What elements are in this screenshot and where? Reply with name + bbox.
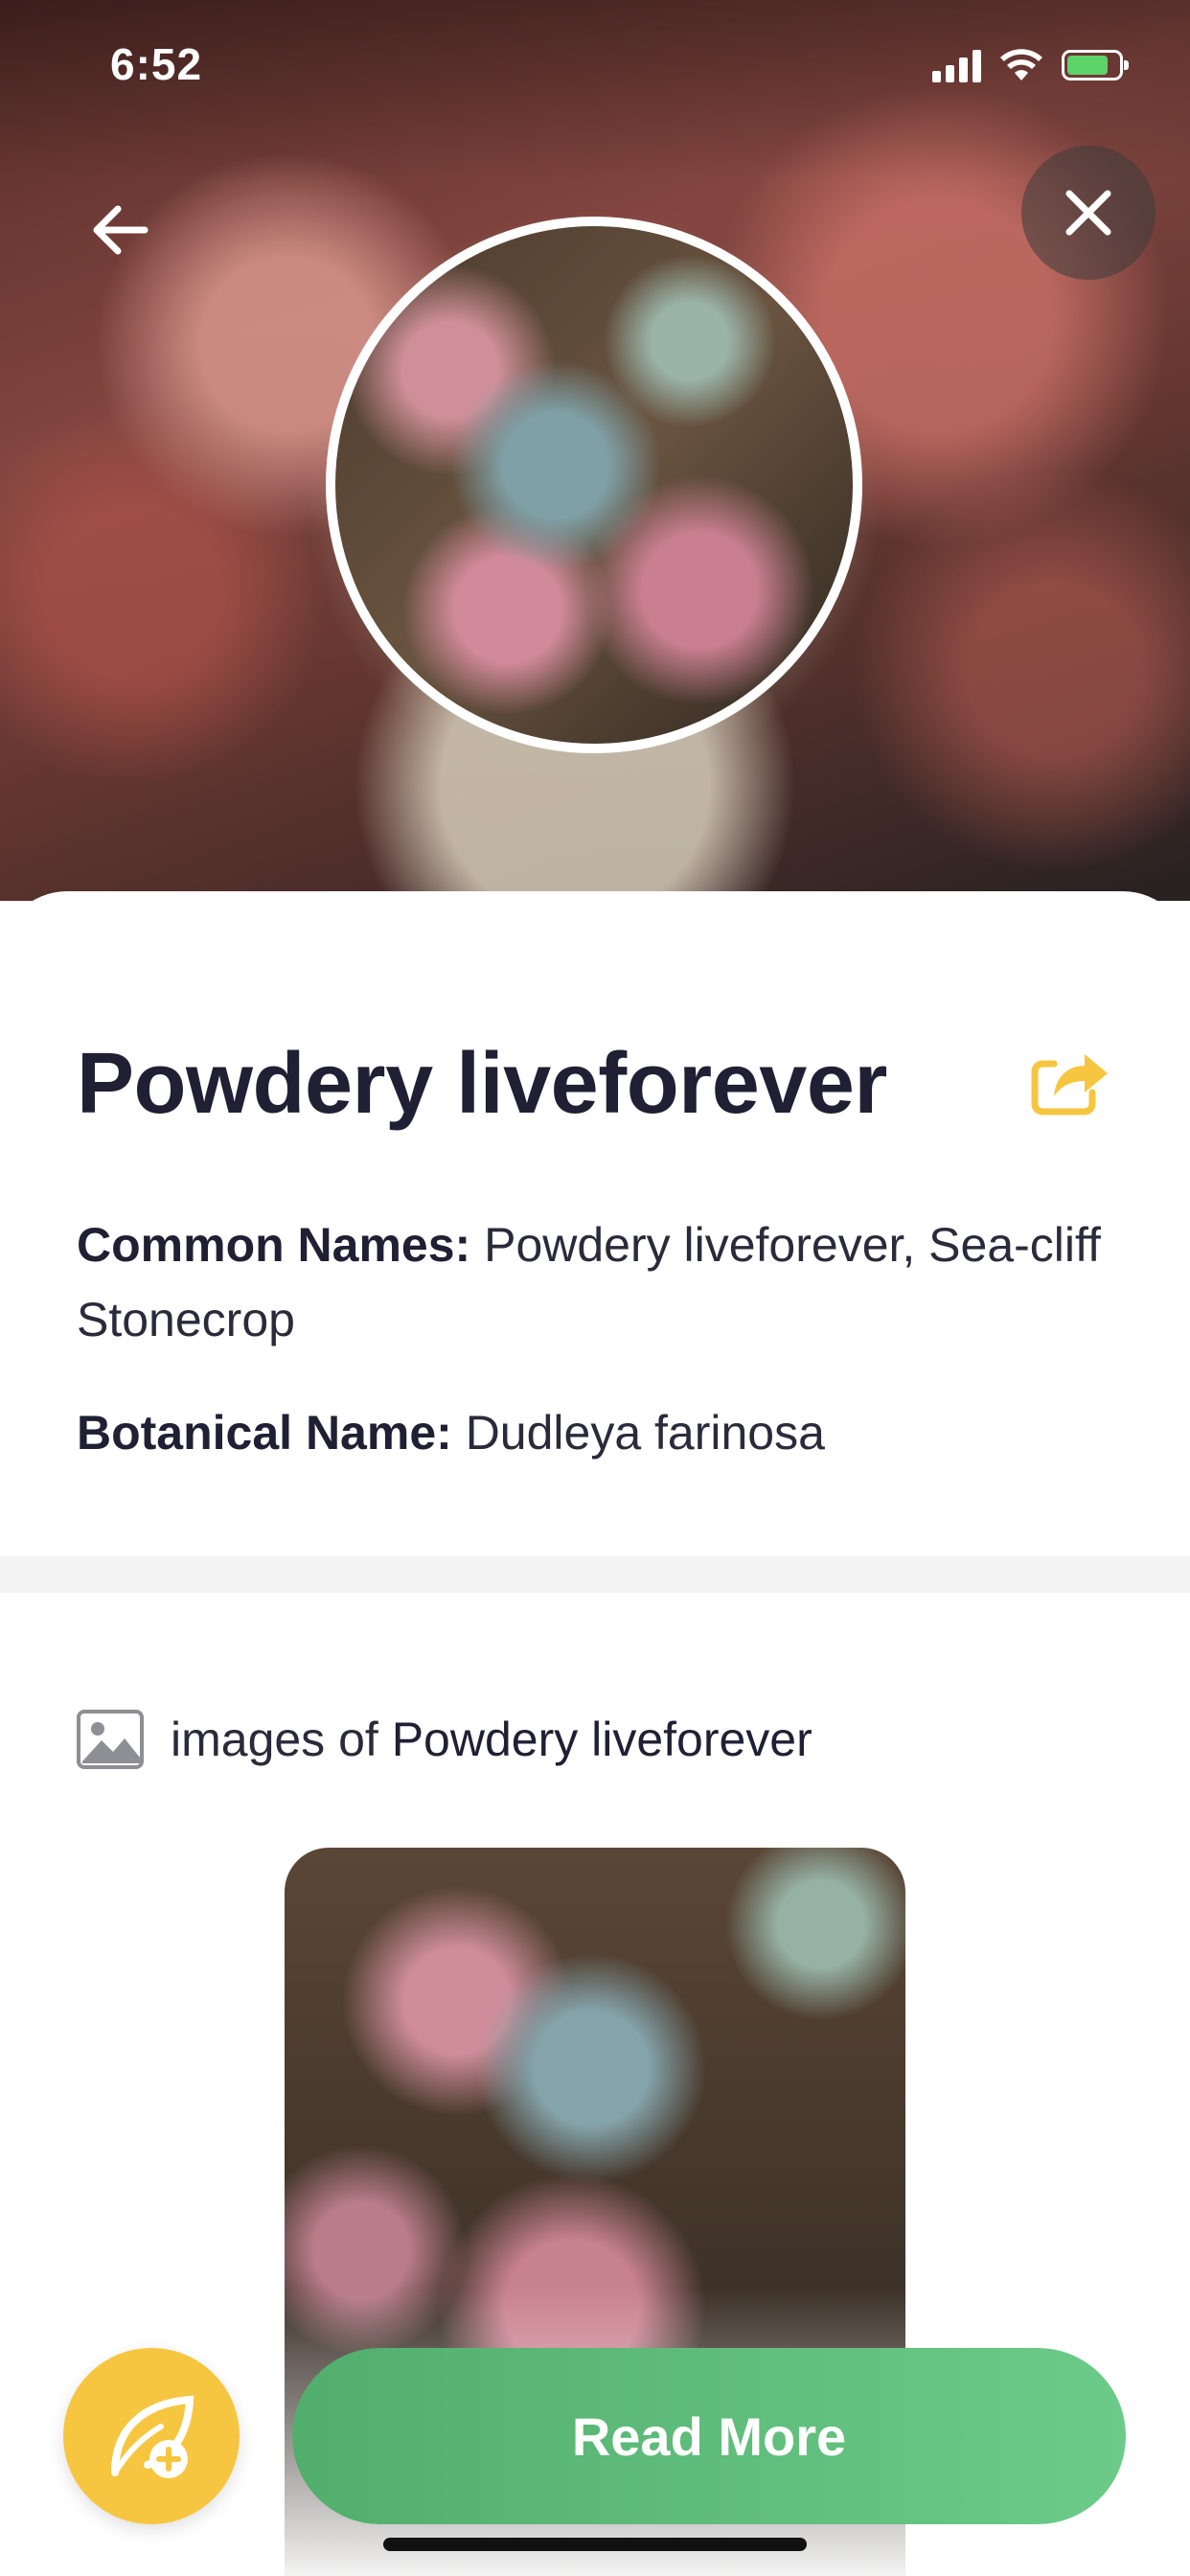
signal-icon bbox=[932, 48, 981, 82]
arrow-left-icon bbox=[93, 205, 149, 255]
add-plant-button[interactable] bbox=[63, 2348, 240, 2524]
leaf-plus-icon bbox=[111, 2395, 195, 2478]
back-button[interactable] bbox=[67, 177, 172, 283]
section-divider bbox=[0, 1556, 1190, 1593]
botanical-name-value: Dudleya farinosa bbox=[465, 1406, 825, 1460]
close-button[interactable] bbox=[1021, 146, 1156, 280]
share-icon bbox=[1031, 1054, 1108, 1116]
plant-title: Powdery liveforever bbox=[77, 1036, 887, 1132]
images-section-header: images of Powdery liveforever bbox=[77, 1706, 812, 1773]
home-indicator bbox=[383, 2538, 807, 2551]
botanical-name-row: Botanical Name: Dudleya farinosa bbox=[77, 1395, 1111, 1470]
wifi-icon bbox=[1000, 49, 1042, 80]
battery-icon bbox=[1062, 50, 1129, 80]
botanical-name-label: Botanical Name: bbox=[77, 1406, 452, 1460]
plant-detail-card: Powdery liveforever Common Names: Powder… bbox=[0, 891, 1190, 2576]
images-section-plant-name: Powdery liveforever bbox=[391, 1713, 812, 1766]
common-names-label: Common Names: bbox=[77, 1218, 471, 1272]
image-icon bbox=[77, 1710, 144, 1769]
images-section-prefix: images of bbox=[171, 1713, 378, 1766]
status-icons bbox=[932, 48, 1129, 82]
status-time: 6:52 bbox=[110, 39, 203, 89]
share-button[interactable] bbox=[1025, 1035, 1111, 1121]
common-names-row: Common Names: Powdery liveforever, Sea-c… bbox=[77, 1208, 1111, 1357]
close-icon bbox=[1065, 190, 1111, 236]
status-bar: 6:52 bbox=[0, 38, 1190, 96]
read-more-button[interactable]: Read More bbox=[292, 2348, 1126, 2524]
plant-photo-circle bbox=[326, 217, 862, 753]
